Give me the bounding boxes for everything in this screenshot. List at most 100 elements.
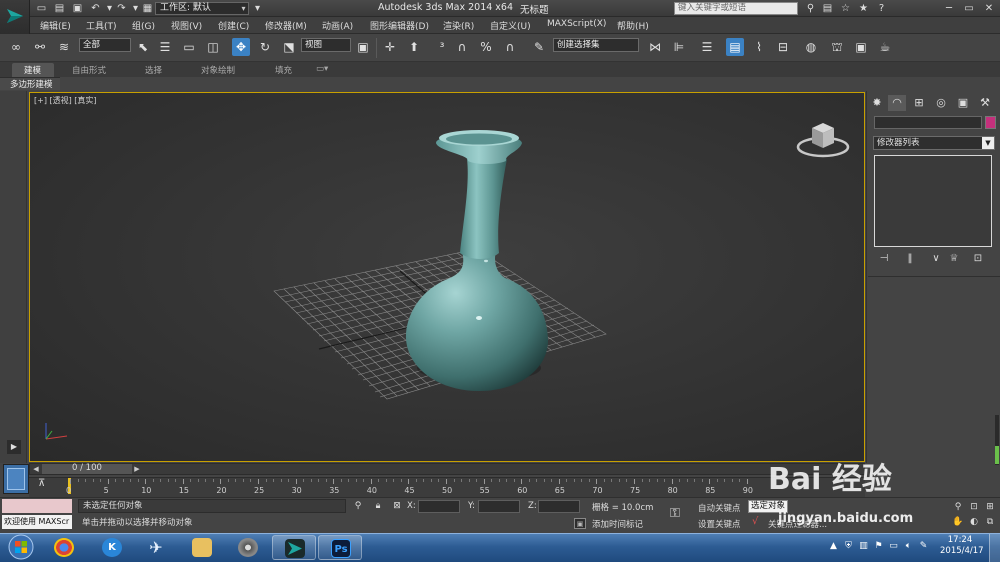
object-color-swatch[interactable] — [985, 116, 996, 129]
add-time-tag-icon[interactable]: ▣ — [574, 518, 586, 529]
percent-snap-icon[interactable]: % — [477, 38, 495, 56]
tab-modeling[interactable]: 建模 — [24, 64, 41, 76]
modifier-list-select[interactable]: 修改器列表 — [873, 136, 995, 150]
save-file-icon[interactable]: ▣ — [72, 3, 83, 14]
select-and-manipulate-icon[interactable]: ✛ — [381, 38, 399, 56]
material-editor-icon[interactable]: ◍ — [802, 38, 820, 56]
render-production-icon[interactable]: ☕ — [876, 38, 894, 56]
next-frame-arrow-icon[interactable]: ▶ — [132, 464, 142, 474]
layer-manager-icon[interactable]: ☰ — [698, 38, 716, 56]
orbit-icon[interactable]: ◐ — [968, 516, 980, 528]
ribbon-options-icon[interactable]: ▭▾ — [316, 64, 328, 74]
tab-freeform[interactable]: 自由形式 — [72, 64, 106, 76]
viewport-label[interactable]: [+] [透视] [真实] — [34, 95, 97, 106]
show-desktop-button[interactable] — [989, 534, 1000, 562]
monitor-icon[interactable]: ▭ — [888, 541, 899, 552]
pan-view-icon[interactable]: ✋ — [952, 516, 964, 528]
curve-editor-icon[interactable]: ⌇ — [750, 38, 768, 56]
modifier-stack[interactable] — [874, 155, 992, 247]
open-mini-curve-editor-icon[interactable]: ⊼ — [38, 478, 45, 489]
render-setup-icon[interactable]: ⛫ — [828, 38, 846, 56]
select-and-move-icon[interactable]: ✥ — [232, 38, 250, 56]
absolute-mode-icon[interactable]: ⊠ — [391, 500, 403, 512]
input-method-icon[interactable]: ✎ — [918, 541, 929, 552]
unlink-icon[interactable]: ⚯ — [31, 38, 49, 56]
align-icon[interactable]: ⊫ — [670, 38, 688, 56]
tray-up-arrow-icon[interactable]: ▲ — [828, 541, 839, 552]
menu-rendering[interactable]: 渲染(R) — [443, 19, 474, 32]
maximize-viewport-icon[interactable]: ⧉ — [984, 516, 996, 528]
pin-stack-icon[interactable]: ⊣ — [876, 253, 892, 265]
select-object-icon[interactable]: ⬉ — [134, 38, 152, 56]
maxscript-mini-listener[interactable]: 欢迎使用 MAXScr — [2, 515, 72, 529]
edit-named-selection-icon[interactable]: ✎ — [530, 38, 548, 56]
undo-dropdown-icon[interactable]: ▾ — [104, 3, 115, 14]
taskbar-bird-app[interactable]: ✈ — [134, 535, 178, 560]
communication-center-icon[interactable]: ☆ — [840, 3, 851, 14]
window-crossing-icon[interactable]: ◫ — [204, 38, 222, 56]
taskbar-chrome[interactable] — [42, 535, 86, 560]
redo-icon[interactable]: ↷ — [116, 3, 127, 14]
menu-customize[interactable]: 自定义(U) — [490, 19, 531, 32]
help-icon[interactable]: ? — [876, 3, 887, 14]
select-by-name-icon[interactable]: ☰ — [156, 38, 174, 56]
object-name-field[interactable] — [874, 116, 982, 129]
viewport-scene[interactable] — [30, 93, 864, 461]
menu-create[interactable]: 创建(C) — [218, 19, 249, 32]
pivot-center-icon[interactable]: ▣ — [354, 38, 372, 56]
isolate-selection-icon[interactable]: ⚲ — [352, 500, 364, 512]
minimize-button[interactable]: ─ — [940, 1, 958, 16]
system-clock[interactable]: 17:24 2015/4/17 — [940, 535, 984, 557]
menu-help[interactable]: 帮助(H) — [617, 19, 649, 32]
modify-tab-icon[interactable]: ◠ — [888, 95, 906, 111]
link-icon[interactable]: ∞ — [7, 38, 25, 56]
menu-tools[interactable]: 工具(T) — [86, 19, 117, 32]
utilities-tab-icon[interactable]: ⚒ — [976, 95, 994, 111]
z-coordinate-field[interactable] — [538, 500, 580, 513]
menu-group[interactable]: 组(G) — [132, 19, 155, 32]
rendered-frame-icon[interactable]: ▣ — [852, 38, 870, 56]
taskbar-explorer[interactable] — [180, 535, 224, 560]
add-time-tag-button[interactable]: 添加时间标记 — [592, 518, 643, 530]
search-input[interactable]: 键入关键字或短语 — [674, 2, 798, 15]
chevron-down-icon[interactable]: ▼ — [982, 137, 994, 149]
select-and-scale-icon[interactable]: ⬔ — [280, 38, 298, 56]
shield-icon[interactable]: ⛨ — [843, 541, 854, 552]
customize-quick-access-icon[interactable]: ▾ — [252, 3, 263, 14]
maxscript-listener-output[interactable] — [2, 499, 72, 513]
redo-dropdown-icon[interactable]: ▾ — [130, 3, 141, 14]
prev-frame-arrow-icon[interactable]: ◀ — [31, 464, 41, 474]
x-coordinate-field[interactable] — [418, 500, 460, 513]
mirror-icon[interactable]: ⋈ — [646, 38, 664, 56]
hierarchy-tab-icon[interactable]: ⊞ — [910, 95, 928, 111]
motion-tab-icon[interactable]: ◎ — [932, 95, 950, 111]
menu-modifiers[interactable]: 修改器(M) — [265, 19, 307, 32]
create-tab-icon[interactable]: ✸ — [868, 95, 886, 111]
taskbar-kugou[interactable]: K — [90, 535, 134, 560]
maximize-button[interactable]: ▭ — [960, 1, 978, 16]
tab-object-paint[interactable]: 对象绘制 — [201, 64, 235, 76]
favorites-icon[interactable]: ★ — [858, 3, 869, 14]
remove-modifier-icon[interactable]: ♕ — [946, 253, 962, 265]
selection-filter-select[interactable]: 全部 — [79, 38, 131, 52]
menu-maxscript[interactable]: MAXScript(X) — [547, 19, 606, 29]
flag-icon[interactable]: ⚑ — [873, 541, 884, 552]
named-selection-select[interactable]: 创建选择集 — [553, 38, 639, 52]
workspace-select[interactable]: 工作区: 默认 — [155, 2, 249, 15]
open-file-icon[interactable]: ▤ — [54, 3, 65, 14]
menu-views[interactable]: 视图(V) — [171, 19, 202, 32]
zoom-all-icon[interactable]: ⊞ — [984, 501, 996, 513]
taskbar-3dsmax[interactable] — [272, 535, 316, 560]
spinner-snap-icon[interactable]: ∩ — [501, 38, 519, 56]
schematic-view-icon[interactable]: ⊟ — [774, 38, 792, 56]
menu-graph-editors[interactable]: 图形编辑器(D) — [370, 19, 429, 32]
hold-icon[interactable]: ▦ — [142, 3, 153, 14]
undo-icon[interactable]: ↶ — [90, 3, 101, 14]
reference-coordinate-select[interactable]: 视图 — [301, 38, 351, 52]
bind-space-warp-icon[interactable]: ≋ — [55, 38, 73, 56]
keyboard-shortcut-override-icon[interactable]: ⬆ — [405, 38, 423, 56]
tab-populate[interactable]: 填充 — [275, 64, 292, 76]
expand-layout-button[interactable]: ▶ — [7, 440, 21, 454]
taskbar-photoshop[interactable]: Ps — [318, 535, 362, 560]
taskbar-media-player[interactable] — [226, 535, 270, 560]
